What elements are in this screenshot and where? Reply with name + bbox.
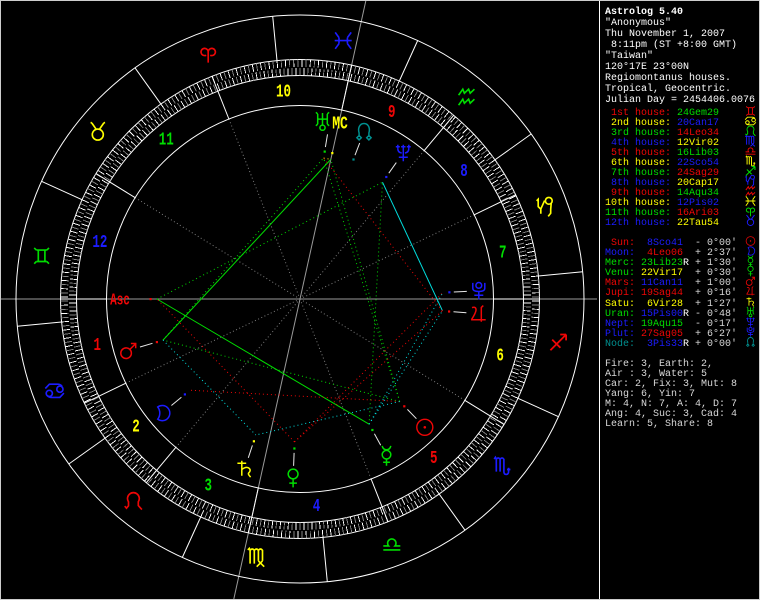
svg-text:R: R: [683, 258, 689, 269]
svg-text:R: R: [683, 339, 689, 350]
svg-text:Tropical, Geocentric.: Tropical, Geocentric.: [605, 83, 731, 95]
svg-text:8:11pm (ST +8:00 GMT): 8:11pm (ST +8:00 GMT): [605, 39, 737, 51]
svg-text:2: 2: [132, 416, 140, 437]
svg-text:11: 11: [159, 129, 174, 150]
svg-text:+ 0°00': + 0°00': [695, 338, 737, 350]
svg-text:4: 4: [313, 496, 321, 517]
svg-text:+ 0°16': + 0°16': [695, 287, 737, 299]
svg-text:Jupi:: Jupi:: [605, 287, 635, 299]
svg-text:Learn: 5, Share: 8: Learn: 5, Share: 8: [605, 418, 713, 430]
svg-text:Astrolog 5.40: Astrolog 5.40: [605, 6, 683, 18]
svg-text:1: 1: [93, 335, 101, 356]
svg-text:Regiomontanus houses.: Regiomontanus houses.: [605, 72, 731, 84]
svg-text:8: 8: [460, 161, 468, 182]
svg-text:Julian Day = 2454406.0076: Julian Day = 2454406.0076: [605, 94, 755, 106]
svg-text:12: 12: [92, 232, 107, 253]
svg-text:12th house:: 12th house:: [605, 217, 671, 229]
svg-text:22Tau54: 22Tau54: [677, 218, 719, 229]
svg-text:Asc: Asc: [110, 291, 130, 310]
svg-text:3: 3: [204, 475, 212, 496]
svg-text:5: 5: [430, 448, 438, 469]
svg-text:10: 10: [276, 81, 291, 102]
svg-text:"Anonymous": "Anonymous": [605, 17, 671, 29]
svg-text:MC: MC: [332, 114, 348, 135]
svg-text:3Pis33: 3Pis33: [641, 338, 683, 350]
svg-text:9: 9: [388, 102, 396, 123]
svg-text:"Taiwan": "Taiwan": [605, 50, 653, 62]
svg-text:120°17E 23°00N: 120°17E 23°00N: [605, 61, 689, 73]
svg-text:Thu November 1, 2007: Thu November 1, 2007: [605, 28, 725, 40]
svg-text:R: R: [683, 309, 689, 320]
svg-text:7: 7: [499, 242, 507, 263]
svg-text:6: 6: [496, 345, 504, 366]
svg-text:Node:: Node:: [605, 338, 635, 350]
svg-text:19Sag44: 19Sag44: [641, 288, 683, 299]
